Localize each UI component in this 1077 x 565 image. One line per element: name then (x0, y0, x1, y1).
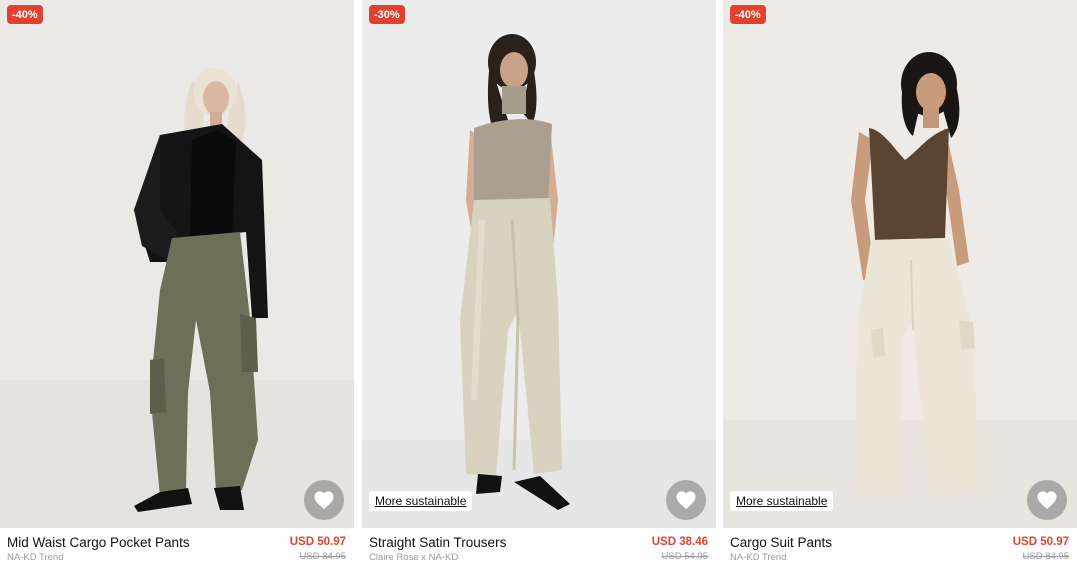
heart-icon (314, 491, 334, 510)
product-info: Mid Waist Cargo Pocket Pants NA-KD Trend… (0, 528, 354, 565)
product-card[interactable]: -40% Mid Waist Cargo Pocket Pants NA-KD … (0, 0, 354, 565)
sustainability-badge[interactable]: More sustainable (369, 491, 473, 511)
product-info: Cargo Suit Pants NA-KD Trend USD 50.97 U… (723, 528, 1077, 565)
heart-icon (1037, 491, 1057, 510)
product-image[interactable]: -40% More sustainable (723, 0, 1077, 528)
original-price: USD 54.95 (661, 551, 708, 562)
product-info: Straight Satin Trousers Claire Rose x NA… (362, 528, 716, 565)
product-brand: NA-KD Trend (730, 552, 787, 563)
discount-badge: -40% (730, 5, 766, 24)
product-card[interactable]: -30% More sustainable Straight Satin Tro… (362, 0, 716, 565)
heart-icon (676, 491, 696, 510)
sale-price: USD 38.46 (651, 536, 708, 548)
product-name[interactable]: Cargo Suit Pants (730, 535, 832, 551)
original-price: USD 84.95 (299, 551, 346, 562)
product-brand: NA-KD Trend (7, 552, 64, 563)
product-card[interactable]: -40% More sustainable Cargo Suit Pants N… (723, 0, 1077, 565)
sale-price: USD 50.97 (289, 536, 346, 548)
product-image[interactable]: -40% (0, 0, 354, 528)
wishlist-button[interactable] (666, 480, 706, 520)
original-price: USD 84.95 (1022, 551, 1069, 562)
sale-price: USD 50.97 (1012, 536, 1069, 548)
product-name[interactable]: Straight Satin Trousers (369, 535, 506, 551)
product-brand: Claire Rose x NA-KD (369, 552, 459, 563)
product-grid: -40% Mid Waist Cargo Pocket Pants NA-KD … (0, 0, 1077, 565)
wishlist-button[interactable] (304, 480, 344, 520)
wishlist-button[interactable] (1027, 480, 1067, 520)
discount-badge: -30% (369, 5, 405, 24)
discount-badge: -40% (7, 5, 43, 24)
product-image[interactable]: -30% More sustainable (362, 0, 716, 528)
product-name[interactable]: Mid Waist Cargo Pocket Pants (7, 535, 190, 551)
sustainability-badge[interactable]: More sustainable (730, 491, 834, 511)
